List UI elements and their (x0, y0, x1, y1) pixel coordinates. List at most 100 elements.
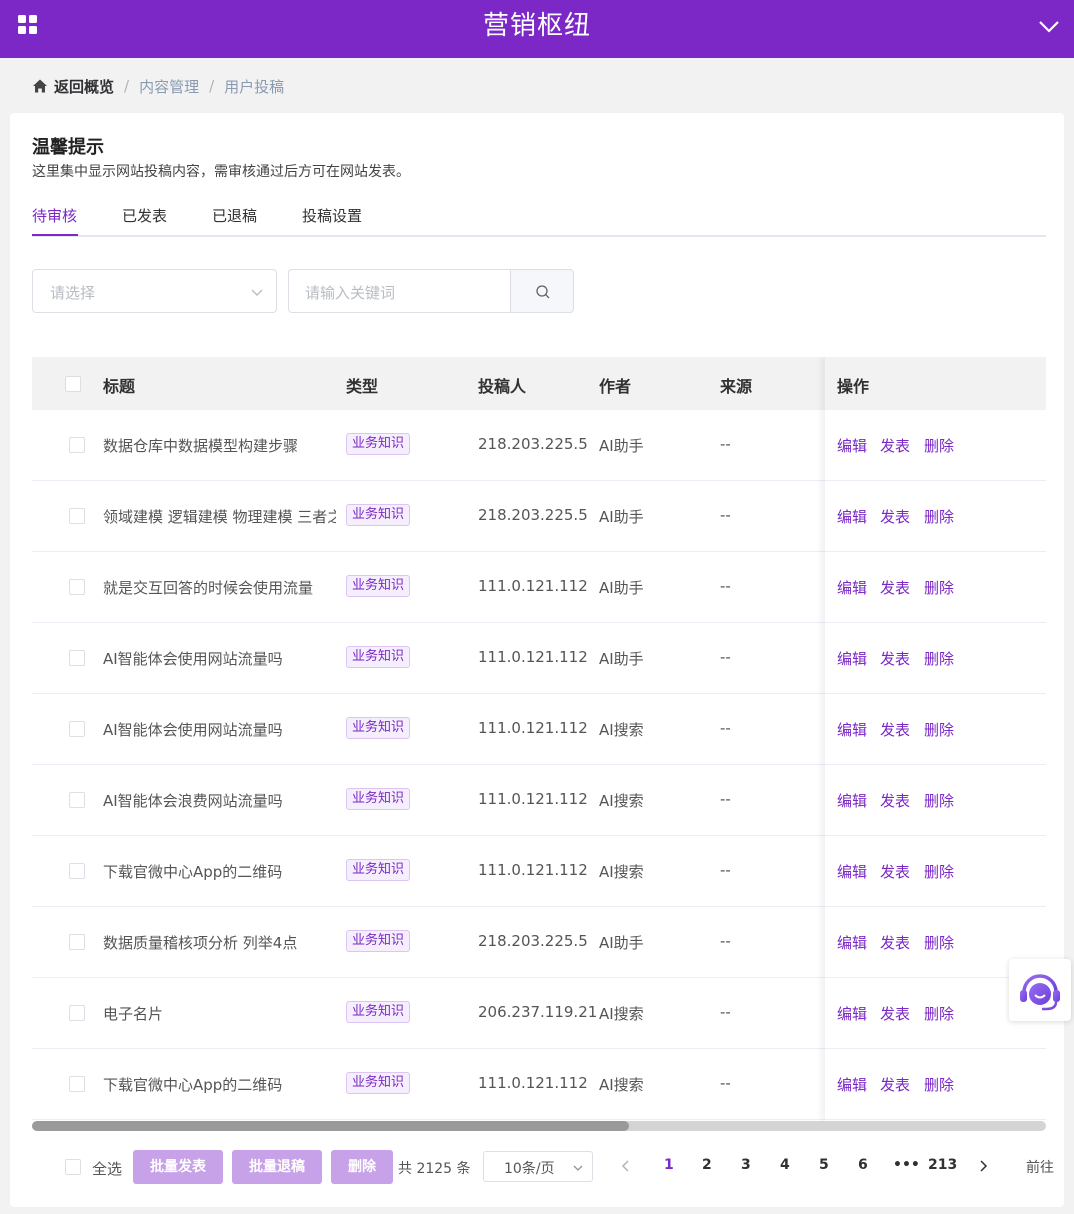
row-checkbox[interactable] (69, 934, 85, 950)
cell-title: 下载官微中心App的二维码 (103, 863, 283, 881)
search-input[interactable]: 请输入关键词 (288, 269, 512, 313)
edit-action[interactable]: 编辑 (837, 577, 867, 598)
home-icon[interactable] (32, 78, 48, 94)
breadcrumb-content-management[interactable]: 内容管理 (139, 76, 199, 97)
delete-action[interactable]: 删除 (924, 932, 954, 953)
edit-action[interactable]: 编辑 (837, 790, 867, 811)
publish-action[interactable]: 发表 (880, 719, 910, 740)
delete-action[interactable]: 删除 (924, 435, 954, 456)
prev-page-icon[interactable] (620, 1159, 632, 1173)
cell-source: -- (720, 506, 731, 524)
delete-action[interactable]: 删除 (924, 577, 954, 598)
cell-title: 下载官微中心App的二维码 (103, 1076, 283, 1094)
search-button[interactable] (510, 269, 574, 313)
delete-action[interactable]: 删除 (924, 648, 954, 669)
row-checkbox[interactable] (69, 508, 85, 524)
edit-action[interactable]: 编辑 (837, 435, 867, 456)
publish-action[interactable]: 发表 (880, 932, 910, 953)
delete-action[interactable]: 删除 (924, 790, 954, 811)
column-title: 标题 (103, 377, 136, 396)
page-number[interactable]: 5 (819, 1157, 829, 1173)
publish-action[interactable]: 发表 (880, 790, 910, 811)
edit-action[interactable]: 编辑 (837, 1003, 867, 1024)
batch-delete-button[interactable]: 删除 (331, 1150, 393, 1184)
page-number[interactable]: 2 (702, 1157, 712, 1173)
cell-author: AI助手 (599, 437, 644, 455)
publish-action[interactable]: 发表 (880, 435, 910, 456)
tab-settings[interactable]: 投稿设置 (302, 205, 362, 237)
customer-service-button[interactable] (1009, 959, 1071, 1021)
page-size-value: 10条/页 (504, 1161, 555, 1177)
publish-action[interactable]: 发表 (880, 861, 910, 882)
delete-action[interactable]: 删除 (924, 506, 954, 527)
row-checkbox[interactable] (69, 437, 85, 453)
edit-action[interactable]: 编辑 (837, 506, 867, 527)
delete-action[interactable]: 删除 (924, 719, 954, 740)
page-number[interactable]: 6 (858, 1157, 868, 1173)
tab-published[interactable]: 已发表 (122, 205, 167, 237)
page-number[interactable]: 3 (741, 1157, 751, 1173)
row-checkbox[interactable] (69, 650, 85, 666)
chevron-down-icon (573, 1165, 583, 1171)
select-all-checkbox[interactable] (65, 1159, 81, 1175)
row-checkbox[interactable] (69, 863, 85, 879)
category-select[interactable]: 请选择 (32, 269, 277, 313)
publish-action[interactable]: 发表 (880, 577, 910, 598)
search-icon (536, 285, 550, 299)
row-checkbox[interactable] (69, 721, 85, 737)
publish-action[interactable]: 发表 (880, 1074, 910, 1095)
edit-action[interactable]: 编辑 (837, 932, 867, 953)
delete-action[interactable]: 删除 (924, 1003, 954, 1024)
cell-submitter: 111.0.121.112 (478, 648, 588, 666)
row-checkbox[interactable] (69, 792, 85, 808)
cell-submitter: 111.0.121.112 (478, 719, 588, 737)
page-number[interactable]: 1 (664, 1157, 674, 1173)
publish-action[interactable]: 发表 (880, 648, 910, 669)
row-checkbox[interactable] (69, 1076, 85, 1092)
delete-action[interactable]: 删除 (924, 1074, 954, 1095)
tip-title: 温馨提示 (32, 137, 104, 158)
breadcrumb-user-submissions: 用户投稿 (224, 77, 285, 96)
edit-action[interactable]: 编辑 (837, 648, 867, 669)
horizontal-scrollbar[interactable] (32, 1121, 1046, 1131)
publish-action[interactable]: 发表 (880, 506, 910, 527)
delete-action[interactable]: 删除 (924, 861, 954, 882)
cell-source: -- (720, 648, 731, 666)
batch-reject-button[interactable]: 批量退稿 (232, 1150, 322, 1184)
cell-author: AI助手 (599, 579, 644, 597)
row-checkbox[interactable] (69, 579, 85, 595)
page-number[interactable]: 4 (780, 1157, 790, 1173)
breadcrumb: 返回概览 / 内容管理 / 用户投稿 (32, 74, 284, 98)
column-source: 来源 (720, 377, 753, 396)
edit-action[interactable]: 编辑 (837, 1074, 867, 1095)
select-all-label[interactable]: 全选 (92, 1158, 122, 1179)
publish-action[interactable]: 发表 (880, 1003, 910, 1024)
cell-title: 领域建模 逻辑建模 物理建模 三者之 (103, 508, 336, 526)
cell-submitter: 111.0.121.112 (478, 1074, 588, 1092)
tab-rejected[interactable]: 已退稿 (212, 205, 257, 237)
batch-publish-button[interactable]: 批量发表 (133, 1150, 223, 1184)
edit-action[interactable]: 编辑 (837, 861, 867, 882)
page-number[interactable]: 213 (928, 1157, 957, 1173)
header-checkbox[interactable] (65, 376, 81, 392)
scrollbar-thumb[interactable] (32, 1121, 629, 1131)
breadcrumb-separator: / (209, 77, 215, 95)
app-title: 营销枢纽 (482, 11, 591, 41)
row-checkbox[interactable] (69, 1005, 85, 1021)
table-row: 领域建模 逻辑建模 物理建模 三者之 业务知识 218.203.225.5 AI助手 -… (32, 481, 1046, 552)
type-tag: 业务知识 (346, 646, 411, 668)
page-size-select[interactable]: 10条/页 (483, 1151, 593, 1182)
breadcrumb-overview[interactable]: 返回概览 (54, 76, 114, 97)
tab-pending[interactable]: 待审核 (32, 205, 77, 237)
chevron-down-icon[interactable] (1036, 14, 1062, 38)
next-page-icon[interactable] (977, 1159, 989, 1173)
table-row: AI智能体会浪费网站流量吗 业务知识 111.0.121.112 AI搜索 -- 编辑 发表… (32, 765, 1046, 836)
table-row: 数据仓库中数据模型构建步骤 业务知识 218.203.225.5 AI助手 -- 编辑 发表… (32, 410, 1046, 481)
table-row: AI智能体会使用网站流量吗 业务知识 111.0.121.112 AI搜索 -- 编辑 发表… (32, 694, 1046, 765)
type-tag: 业务知识 (346, 930, 411, 952)
type-tag: 业务知识 (346, 788, 411, 810)
pagination-ellipsis[interactable]: ••• (893, 1157, 920, 1173)
edit-action[interactable]: 编辑 (837, 719, 867, 740)
cell-source: -- (720, 435, 731, 453)
cell-title: 就是交互回答的时候会使用流量 (103, 579, 314, 597)
